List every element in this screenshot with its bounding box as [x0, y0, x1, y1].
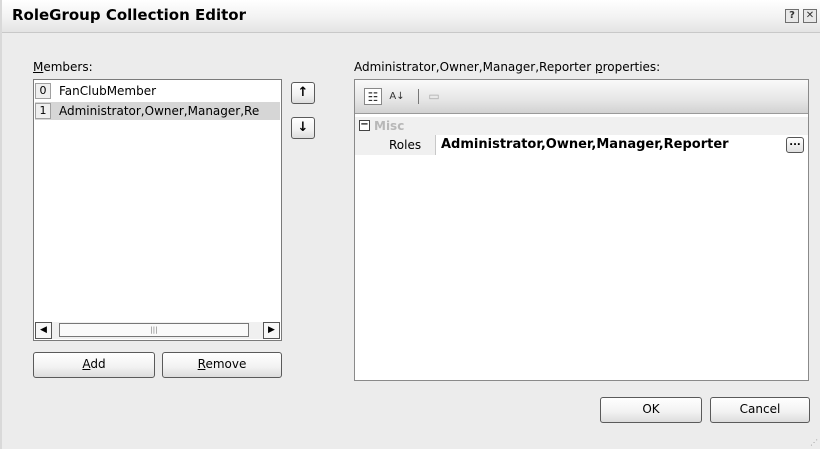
add-button[interactable]: Add — [33, 352, 155, 378]
title-bar[interactable]: RoleGroup Collection Editor ? ✕ — [2, 0, 820, 33]
category-label: Misc — [374, 119, 405, 133]
property-value[interactable]: Administrator,Owner,Manager,Reporter — [441, 137, 729, 152]
remove-button[interactable]: Remove — [162, 352, 282, 378]
members-label: Members: — [33, 60, 93, 74]
arrow-down-icon: ↓ — [297, 120, 309, 135]
list-item-index: 0 — [35, 83, 51, 99]
move-down-button[interactable]: ↓ — [291, 117, 315, 139]
move-up-button[interactable]: ↑ — [291, 82, 315, 104]
close-icon[interactable]: ✕ — [803, 9, 817, 23]
property-name-cell: Roles — [355, 135, 436, 155]
scroll-left-icon[interactable]: ◀ — [35, 322, 52, 339]
categorized-view-icon[interactable]: ☷ — [364, 88, 382, 105]
alphabetical-sort-icon[interactable]: A↓ — [388, 88, 406, 105]
properties-label: Administrator,Owner,Manager,Reporter pro… — [354, 60, 661, 74]
property-grid[interactable]: ☷ A↓ ▭ − Misc Roles Administrator,Owner,… — [354, 79, 809, 381]
category-row[interactable]: − Misc — [355, 117, 808, 135]
list-item-text: FanClubMember — [59, 84, 157, 98]
scroll-right-icon[interactable]: ▶ — [263, 322, 280, 339]
property-name: Roles — [389, 138, 422, 152]
list-item-selected[interactable]: 1 Administrator,Owner,Manager,Re — [35, 102, 280, 120]
ok-button[interactable]: OK — [600, 397, 702, 423]
resize-grip-icon[interactable]: ⋰ — [810, 438, 818, 447]
property-grid-toolbar: ☷ A↓ ▭ — [355, 80, 808, 114]
window-title: RoleGroup Collection Editor — [12, 6, 247, 24]
help-icon[interactable]: ? — [785, 9, 799, 23]
arrow-up-icon: ↑ — [297, 85, 309, 100]
list-item[interactable]: 0 FanClubMember — [35, 82, 280, 100]
toolbar-separator — [418, 89, 419, 104]
list-item-text: Administrator,Owner,Manager,Re — [59, 104, 260, 118]
cancel-button[interactable]: Cancel — [710, 397, 810, 423]
members-listbox[interactable]: 0 FanClubMember 1 Administrator,Owner,Ma… — [33, 79, 282, 341]
collection-editor-dialog: RoleGroup Collection Editor ? ✕ Members:… — [0, 0, 820, 449]
scroll-thumb[interactable]: ||| — [59, 323, 249, 337]
horizontal-scrollbar[interactable]: ◀ ||| ▶ — [35, 322, 280, 339]
property-pages-icon[interactable]: ▭ — [425, 88, 443, 105]
ellipsis-button[interactable]: ... — [786, 137, 804, 153]
collapse-icon[interactable]: − — [359, 120, 370, 131]
list-item-index: 1 — [35, 103, 51, 119]
property-row-roles[interactable]: Roles Administrator,Owner,Manager,Report… — [355, 135, 808, 155]
